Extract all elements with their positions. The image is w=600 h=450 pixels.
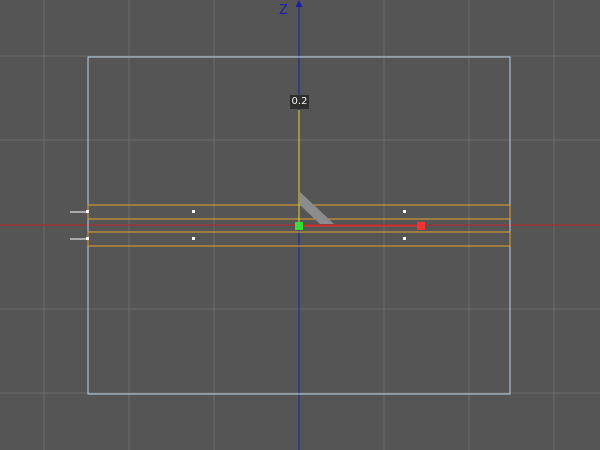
z-axis-label: Z xyxy=(279,3,288,18)
vertex-point[interactable] xyxy=(86,237,89,240)
vertex-point[interactable] xyxy=(192,237,195,240)
gizmo-value-label: 0.2 xyxy=(290,95,309,109)
vertical-axis-arrow-icon xyxy=(295,0,303,7)
gizmo-x-handle[interactable] xyxy=(417,222,425,230)
vertex-point[interactable] xyxy=(403,210,406,213)
viewport-3d[interactable]: Z 0.2 xyxy=(0,0,600,450)
vertex-point[interactable] xyxy=(403,237,406,240)
gizmo-center-handle[interactable] xyxy=(295,222,303,230)
vertex-point[interactable] xyxy=(192,210,195,213)
vertex-point[interactable] xyxy=(86,210,89,213)
